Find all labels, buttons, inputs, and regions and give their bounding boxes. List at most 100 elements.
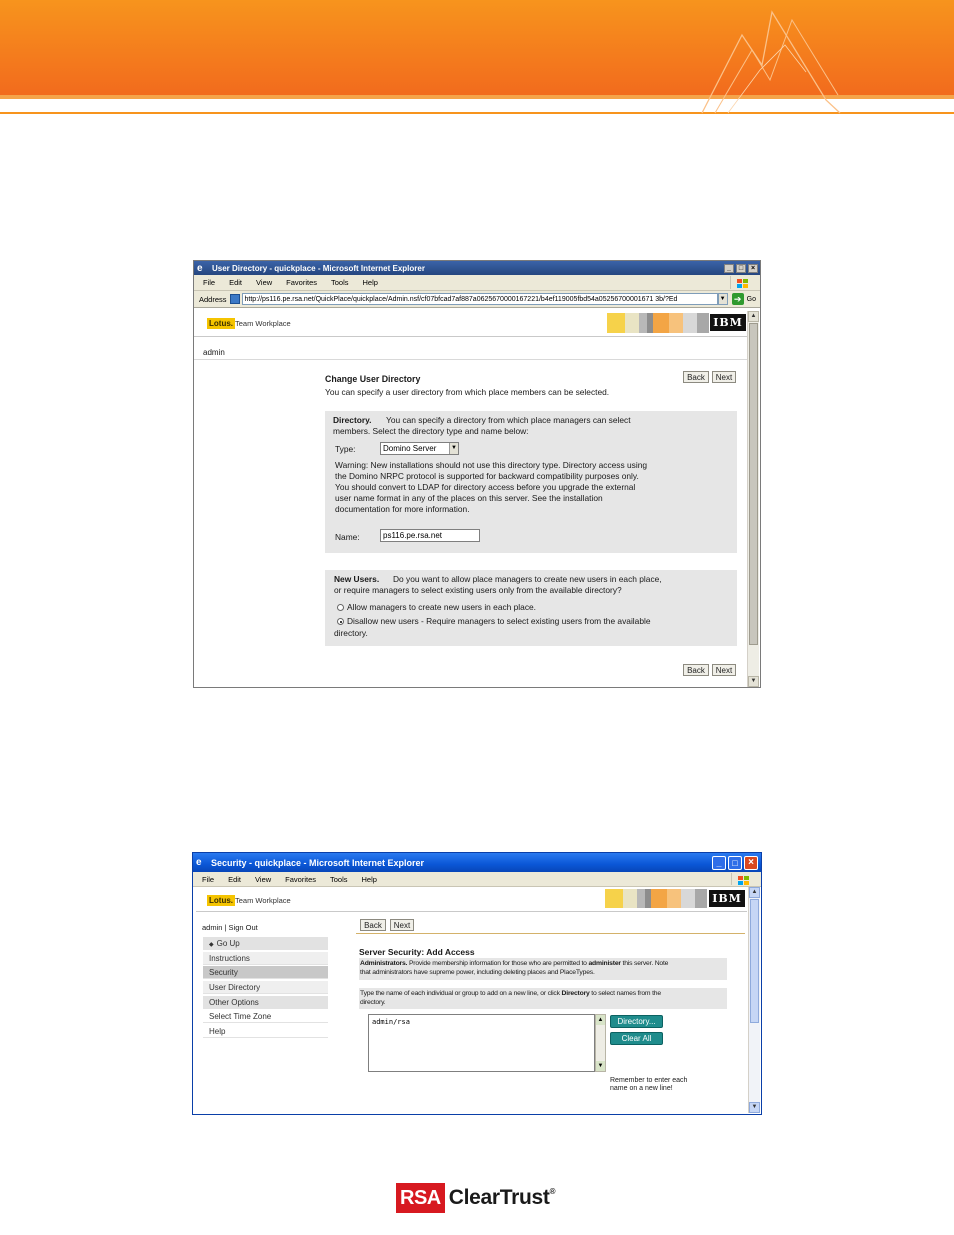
triangle-icon: ◆ [209, 942, 214, 948]
option-disallow-label-2: directory. [334, 628, 368, 638]
go-arrow-icon[interactable]: ➔ [731, 293, 744, 305]
directory-type-select[interactable]: Domino Server ▼ [380, 442, 459, 455]
menu-tools[interactable]: Tools [331, 278, 349, 287]
new-users-desc-2: or require managers to select existing u… [334, 585, 622, 595]
admin-bold-2: administer [588, 960, 621, 967]
back-button-2[interactable]: Back [360, 919, 386, 931]
directory-title: Directory. [333, 415, 372, 425]
address-input[interactable]: http://ps116.pe.rsa.net/QuickPlace/quick… [241, 293, 718, 305]
windows-logo-icon-2 [731, 873, 755, 885]
go-button[interactable]: Go [747, 296, 756, 303]
admin-bold: Administrators. [360, 960, 408, 967]
menu-file[interactable]: File [203, 278, 215, 287]
option-allow-new-users[interactable]: Allow managers to create new users in ea… [337, 602, 536, 613]
sidebar-item-user-directory[interactable]: User Directory [203, 981, 328, 994]
lotus-logo: Lotus. [207, 318, 235, 329]
next-button-bottom[interactable]: Next [712, 664, 736, 676]
textarea-scroll-up-icon[interactable]: ▲ [596, 1015, 605, 1025]
admin-line-2: that administrators have supreme power, … [360, 969, 595, 976]
sidebar-item-help[interactable]: Help [203, 1025, 328, 1038]
menu-file-2[interactable]: File [202, 875, 214, 884]
lotus-header: Lotus. Team Workplace IBM [194, 309, 748, 335]
admin-text-1: Provide membership information for those… [408, 960, 587, 967]
warning-line-2: the Domino NRPC protocol is supported fo… [335, 471, 639, 481]
sidebar-item-other-options[interactable]: Other Options [203, 996, 328, 1009]
radio-allow[interactable] [337, 604, 344, 611]
address-dropdown-icon[interactable]: ▼ [717, 293, 728, 305]
ie-window-user-directory: e User Directory - quickplace - Microsof… [193, 260, 761, 688]
textarea-scroll-down-icon[interactable]: ▼ [596, 1061, 605, 1071]
new-users-title: New Users. [334, 574, 380, 584]
new-users-desc-1: Do you want to allow place managers to c… [393, 574, 662, 584]
close-icon-2[interactable]: × [744, 855, 758, 870]
next-button-top[interactable]: Next [712, 371, 736, 383]
menu-help-2[interactable]: Help [362, 875, 377, 884]
type-label: Type: [335, 444, 356, 454]
window-title-bar[interactable]: e User Directory - quickplace - Microsof… [194, 261, 760, 275]
ie-window-security: e Security - quickplace - Microsoft Inte… [192, 852, 762, 1115]
menu-edit[interactable]: Edit [229, 278, 242, 287]
directory-name-input[interactable]: ps116.pe.rsa.net [380, 529, 480, 542]
page-icon [229, 294, 240, 304]
menu-favorites-2[interactable]: Favorites [285, 875, 316, 884]
user-signout[interactable]: admin | Sign Out [202, 922, 258, 933]
product-name: Team Workplace [235, 319, 291, 328]
product-name-2: Team Workplace [235, 896, 291, 905]
menu-help[interactable]: Help [363, 278, 378, 287]
lotus-logo-2: Lotus. [207, 895, 235, 906]
scroll-up-icon-2[interactable]: ▲ [749, 887, 760, 898]
names-textarea[interactable]: admin/rsa [368, 1014, 595, 1072]
menu-view-2[interactable]: View [255, 875, 271, 884]
window-title-bar-2[interactable]: e Security - quickplace - Microsoft Inte… [193, 853, 761, 872]
menu-bar-2: File Edit View Favorites Tools Help [193, 872, 761, 887]
scroll-thumb[interactable] [749, 323, 758, 645]
sidebar-item-time-zone[interactable]: Select Time Zone [203, 1010, 328, 1023]
maximize-icon[interactable]: □ [736, 263, 746, 273]
option-disallow-new-users[interactable]: Disallow new users - Require managers to… [337, 616, 651, 627]
menu-view[interactable]: View [256, 278, 272, 287]
back-button-bottom[interactable]: Back [683, 664, 709, 676]
ibm-logo: IBM [710, 314, 746, 331]
admin-text-2: this server. Note [622, 960, 669, 967]
page-header-banner [0, 0, 954, 118]
window-title: User Directory - quickplace - Microsoft … [212, 263, 425, 273]
next-button-2[interactable]: Next [390, 919, 414, 931]
scroll-down-icon[interactable]: ▼ [748, 676, 759, 687]
minimize-icon-2[interactable]: _ [712, 855, 726, 870]
ibm-logo-2: IBM [709, 890, 745, 907]
header-decoration [607, 313, 709, 333]
sidebar-item-go-up[interactable]: ◆ Go Up [203, 937, 328, 950]
page-content-2: Lotus. Team Workplace IBM admin | Sign O… [196, 887, 747, 1113]
type-names-line-2: directory. [360, 999, 386, 1006]
directory-button[interactable]: Directory... [610, 1015, 663, 1028]
vertical-scrollbar-2[interactable]: ▲ ▼ [748, 887, 760, 1113]
clear-all-button[interactable]: Clear All [610, 1032, 663, 1045]
cleartrust-wordmark: ClearTrust® [448, 1186, 556, 1210]
header-divider-2 [196, 911, 747, 912]
scroll-down-icon-2[interactable]: ▼ [749, 1102, 760, 1113]
radio-disallow[interactable] [337, 618, 344, 625]
textarea-scrollbar[interactable]: ▲ ▼ [595, 1014, 606, 1072]
rsa-cleartrust-logo: RSA ClearTrust® [396, 1183, 555, 1213]
sidebar-item-security[interactable]: Security [203, 966, 328, 979]
back-button-top[interactable]: Back [683, 371, 709, 383]
sidebar-item-instructions[interactable]: Instructions [203, 952, 328, 965]
directory-type-value: Domino Server [383, 444, 437, 453]
menu-bar: File Edit View Favorites Tools Help [194, 275, 760, 291]
maximize-icon-2[interactable]: □ [728, 855, 742, 870]
close-icon[interactable]: × [748, 263, 758, 273]
menu-tools-2[interactable]: Tools [330, 875, 348, 884]
scroll-up-icon[interactable]: ▲ [748, 311, 759, 322]
minimize-icon[interactable]: _ [724, 263, 734, 273]
vertical-scrollbar[interactable]: ▲ ▼ [747, 311, 759, 687]
directory-desc-2: members. Select the directory type and n… [333, 426, 529, 436]
page-title-2: Server Security: Add Access [359, 947, 475, 957]
cleartrust-text: ClearTrust [448, 1186, 550, 1209]
menu-edit-2[interactable]: Edit [228, 875, 241, 884]
user-divider [194, 359, 748, 360]
ie-icon-2: e [196, 857, 202, 868]
warning-line-1: Warning: New installations should not us… [335, 460, 648, 470]
scroll-thumb-2[interactable] [750, 899, 759, 1023]
menu-favorites[interactable]: Favorites [286, 278, 317, 287]
banner-graphic [0, 0, 954, 114]
